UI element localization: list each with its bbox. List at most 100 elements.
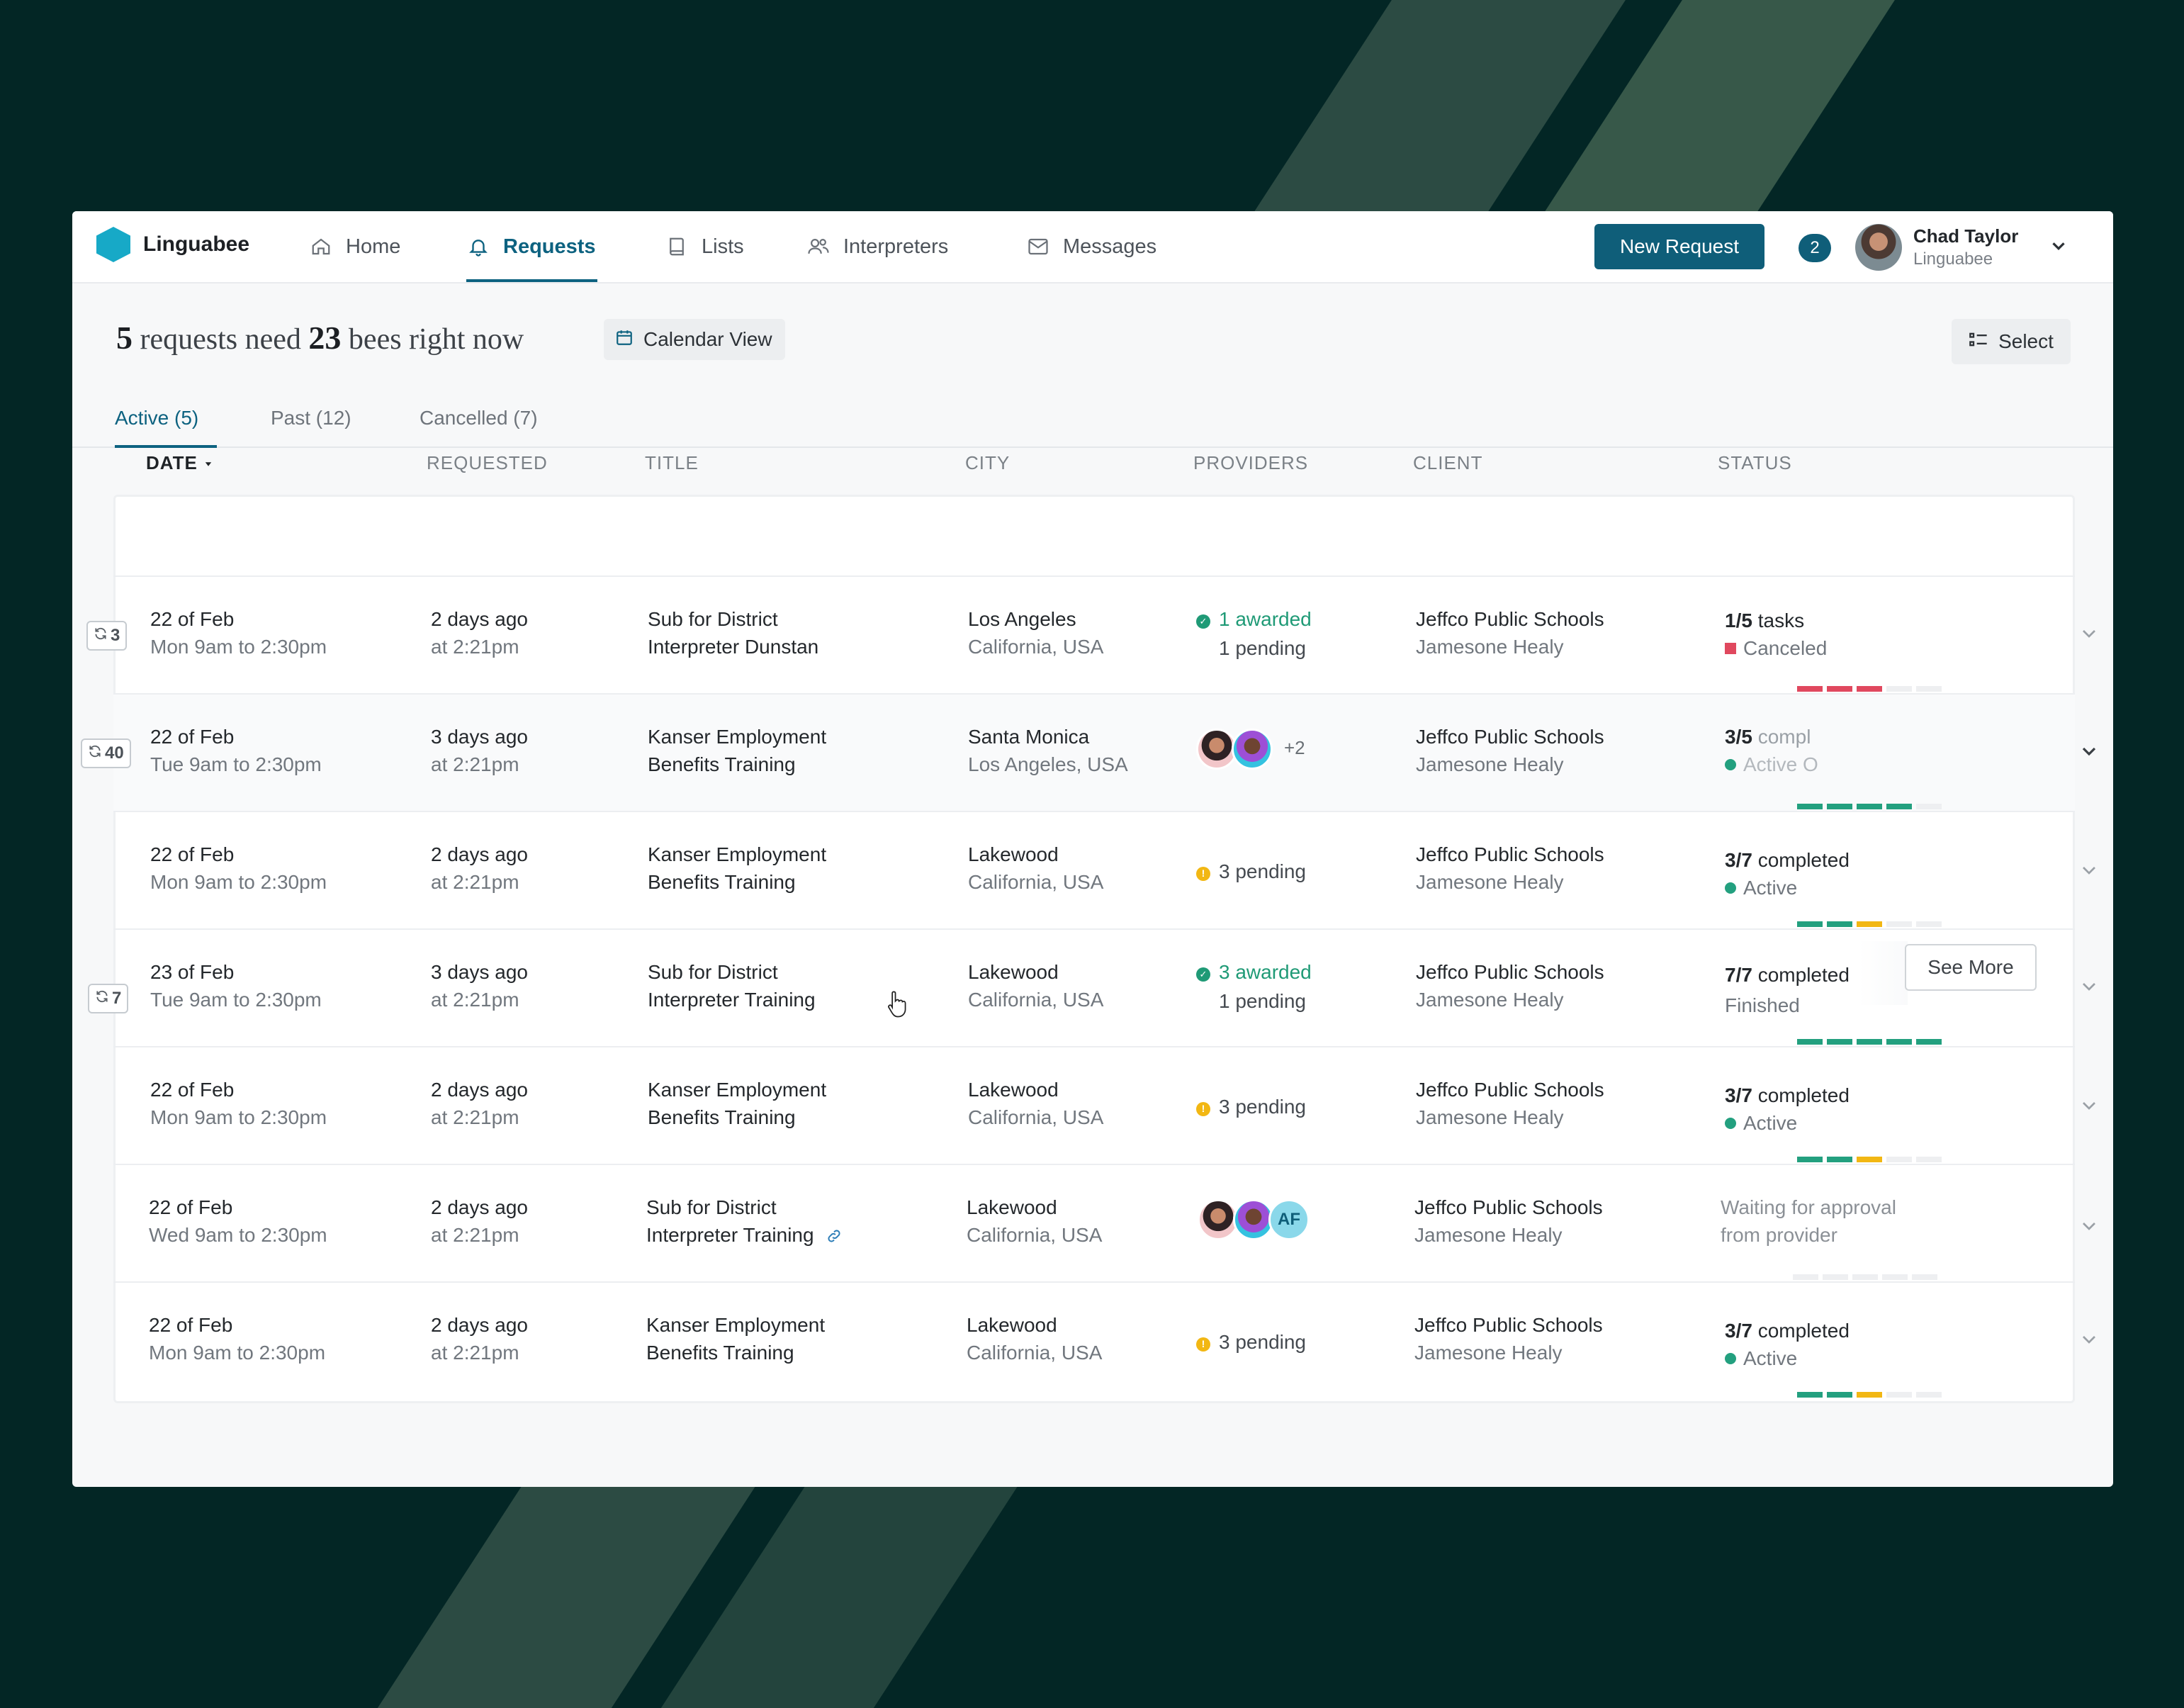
tab-cancelled[interactable]: Cancelled (7) bbox=[420, 407, 538, 429]
row-status-state: Active bbox=[1725, 874, 1850, 901]
nav-home[interactable]: Home bbox=[309, 211, 400, 282]
nav-lists[interactable]: Lists bbox=[665, 211, 744, 282]
row-title-line2[interactable]: Benefits Training bbox=[646, 1339, 825, 1366]
progress-bar bbox=[1793, 1274, 1937, 1280]
status-fraction: 3/7 bbox=[1725, 1320, 1752, 1342]
row-title-line2[interactable]: Benefits Training bbox=[648, 1103, 826, 1131]
sort-down-icon[interactable] bbox=[203, 452, 213, 473]
user-avatar[interactable] bbox=[1855, 224, 1902, 271]
column-header-status[interactable]: STATUS bbox=[1718, 452, 1792, 474]
expand-chevron-icon[interactable] bbox=[2078, 1094, 2100, 1120]
row-requested: 2 days ago bbox=[431, 1314, 528, 1336]
expand-chevron-icon[interactable] bbox=[2078, 1215, 2100, 1241]
row-time: Tue 9am to 2:30pm bbox=[150, 753, 322, 775]
active-dot-icon bbox=[1725, 1353, 1736, 1364]
progress-segment bbox=[1857, 1157, 1882, 1162]
status-word: completed bbox=[1757, 849, 1850, 871]
repeat-icon bbox=[88, 743, 102, 763]
requests-count: 5 bbox=[116, 320, 133, 356]
user-name[interactable]: Chad Taylor bbox=[1913, 225, 2018, 247]
bell-icon bbox=[466, 235, 490, 259]
expand-chevron-icon[interactable] bbox=[2078, 859, 2100, 885]
select-button[interactable]: Select bbox=[1952, 319, 2071, 364]
column-header-client[interactable]: CLIENT bbox=[1413, 452, 1482, 474]
progress-segment bbox=[1857, 921, 1882, 927]
row-status-state: Active bbox=[1725, 1109, 1850, 1137]
row-title[interactable]: Sub for District bbox=[648, 958, 816, 986]
tab-active[interactable]: Active (5) bbox=[115, 407, 198, 429]
row-contact: Jamesone Healy bbox=[1416, 1106, 1564, 1128]
row-requested: 3 days ago bbox=[431, 726, 528, 748]
progress-segment bbox=[1916, 1039, 1942, 1045]
row-title-line2[interactable]: Interpreter Training bbox=[648, 986, 816, 1013]
nav-messages[interactable]: Messages bbox=[1026, 211, 1156, 282]
logo[interactable]: Linguabee bbox=[96, 227, 249, 262]
row-status-count: 3/7 completed bbox=[1725, 1081, 1850, 1109]
users-icon bbox=[806, 235, 831, 259]
providers-more-count[interactable]: +2 bbox=[1284, 737, 1305, 759]
nav-interpreters[interactable]: Interpreters bbox=[806, 211, 948, 282]
progress-segment bbox=[1827, 921, 1852, 927]
repeat-icon bbox=[95, 989, 109, 1008]
nav-requests[interactable]: Requests bbox=[466, 211, 597, 282]
row-title-line2[interactable]: Benefits Training bbox=[648, 868, 826, 896]
logo-hex-icon bbox=[96, 227, 130, 262]
row-time: Mon 9am to 2:30pm bbox=[150, 1106, 327, 1128]
column-header-city[interactable]: CITY bbox=[965, 452, 1010, 474]
row-date: 22 of Feb bbox=[150, 608, 235, 630]
column-header-providers[interactable]: PROVIDERS bbox=[1193, 452, 1308, 474]
tab-past[interactable]: Past (12) bbox=[271, 407, 351, 429]
repeat-badge[interactable]: 40 bbox=[81, 738, 131, 768]
link-icon[interactable] bbox=[819, 1224, 843, 1246]
providers-pending-label: 3 pending bbox=[1219, 1096, 1307, 1118]
row-time: Wed 9am to 2:30pm bbox=[149, 1224, 327, 1246]
warning-icon: ! bbox=[1196, 866, 1210, 881]
row-title-line2[interactable]: Benefits Training bbox=[648, 751, 826, 778]
providers-pending: ! 3 pending bbox=[1196, 1328, 1306, 1356]
calendar-view-button[interactable]: Calendar View bbox=[604, 319, 785, 360]
status-fraction: 3/7 bbox=[1725, 849, 1752, 871]
expand-chevron-icon[interactable] bbox=[2078, 740, 2100, 766]
provider-initials-avatar[interactable]: AF bbox=[1268, 1199, 1310, 1240]
column-header-date[interactable]: DATE bbox=[146, 452, 213, 474]
repeat-badge[interactable]: 7 bbox=[88, 984, 129, 1013]
headline-text-b: bees right now bbox=[348, 323, 524, 356]
notification-badge[interactable]: 2 bbox=[1799, 234, 1831, 262]
row-title[interactable]: Kanser Employment bbox=[648, 841, 826, 868]
warning-icon: ! bbox=[1196, 1337, 1210, 1352]
expand-chevron-icon[interactable] bbox=[2078, 975, 2100, 1001]
row-status-count: 3/5 compl bbox=[1725, 723, 1818, 751]
column-header-requested[interactable]: REQUESTED bbox=[427, 452, 548, 474]
progress-segment bbox=[1827, 1392, 1852, 1398]
column-header-title[interactable]: TITLE bbox=[645, 452, 699, 474]
expand-chevron-icon[interactable] bbox=[2078, 622, 2100, 648]
row-contact: Jamesone Healy bbox=[1416, 636, 1564, 658]
status-fraction: 7/7 bbox=[1725, 964, 1752, 986]
progress-bar bbox=[1797, 686, 1942, 692]
row-title-line2-text[interactable]: Interpreter Training bbox=[646, 1224, 814, 1246]
row-city: Lakewood bbox=[968, 1079, 1059, 1101]
progress-segment bbox=[1797, 1392, 1823, 1398]
progress-bar bbox=[1797, 1392, 1942, 1398]
row-title-line2[interactable]: Interpreter Dunstan bbox=[648, 633, 818, 661]
chevron-down-icon[interactable] bbox=[2048, 235, 2069, 260]
see-more-button[interactable]: See More bbox=[1905, 944, 2037, 991]
app-name: Linguabee bbox=[143, 232, 250, 256]
progress-segment bbox=[1852, 1274, 1878, 1280]
provider-avatar[interactable] bbox=[1232, 729, 1273, 770]
providers-awarded: ✓ 1 awarded bbox=[1196, 605, 1312, 633]
row-title[interactable]: Kanser Employment bbox=[648, 723, 826, 751]
expand-chevron-icon[interactable] bbox=[2078, 1328, 2100, 1354]
row-title[interactable]: Kanser Employment bbox=[646, 1311, 825, 1339]
row-title[interactable]: Sub for District bbox=[648, 605, 818, 633]
providers-awarded: ✓ 3 awarded bbox=[1196, 958, 1312, 986]
progress-segment bbox=[1827, 804, 1852, 809]
new-request-button[interactable]: New Request bbox=[1594, 224, 1764, 269]
row-title[interactable]: Kanser Employment bbox=[648, 1076, 826, 1103]
row-date: 22 of Feb bbox=[150, 726, 235, 748]
row-status-state: Finished bbox=[1725, 994, 1800, 1016]
check-circle-icon: ✓ bbox=[1196, 614, 1210, 629]
repeat-badge[interactable]: 3 bbox=[86, 621, 128, 651]
row-requested: 2 days ago bbox=[431, 1196, 528, 1218]
row-title[interactable]: Sub for District bbox=[646, 1193, 843, 1221]
